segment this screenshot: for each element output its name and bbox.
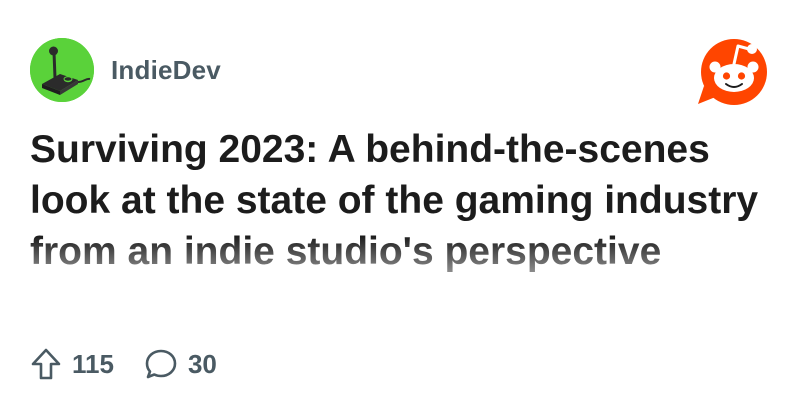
community-avatar[interactable] [30, 38, 94, 102]
upvote-arrow-icon [31, 348, 61, 380]
reddit-snoo-icon[interactable] [694, 34, 770, 106]
post-stats: 115 30 [30, 344, 217, 384]
comment-bubble-icon [145, 349, 177, 379]
post-title[interactable]: Surviving 2023: A behind-the-scenes look… [30, 124, 770, 277]
comments-button[interactable]: 30 [144, 347, 217, 381]
post-card[interactable]: IndieDev Surviving 2023: A behind-the-sc… [0, 0, 800, 419]
comment-count: 30 [187, 348, 217, 379]
upvote-button[interactable]: 115 [30, 347, 114, 381]
upvote-count: 115 [72, 348, 114, 379]
post-header: IndieDev [30, 38, 221, 102]
community-name[interactable]: IndieDev [111, 55, 221, 86]
joystick-icon [30, 38, 94, 102]
